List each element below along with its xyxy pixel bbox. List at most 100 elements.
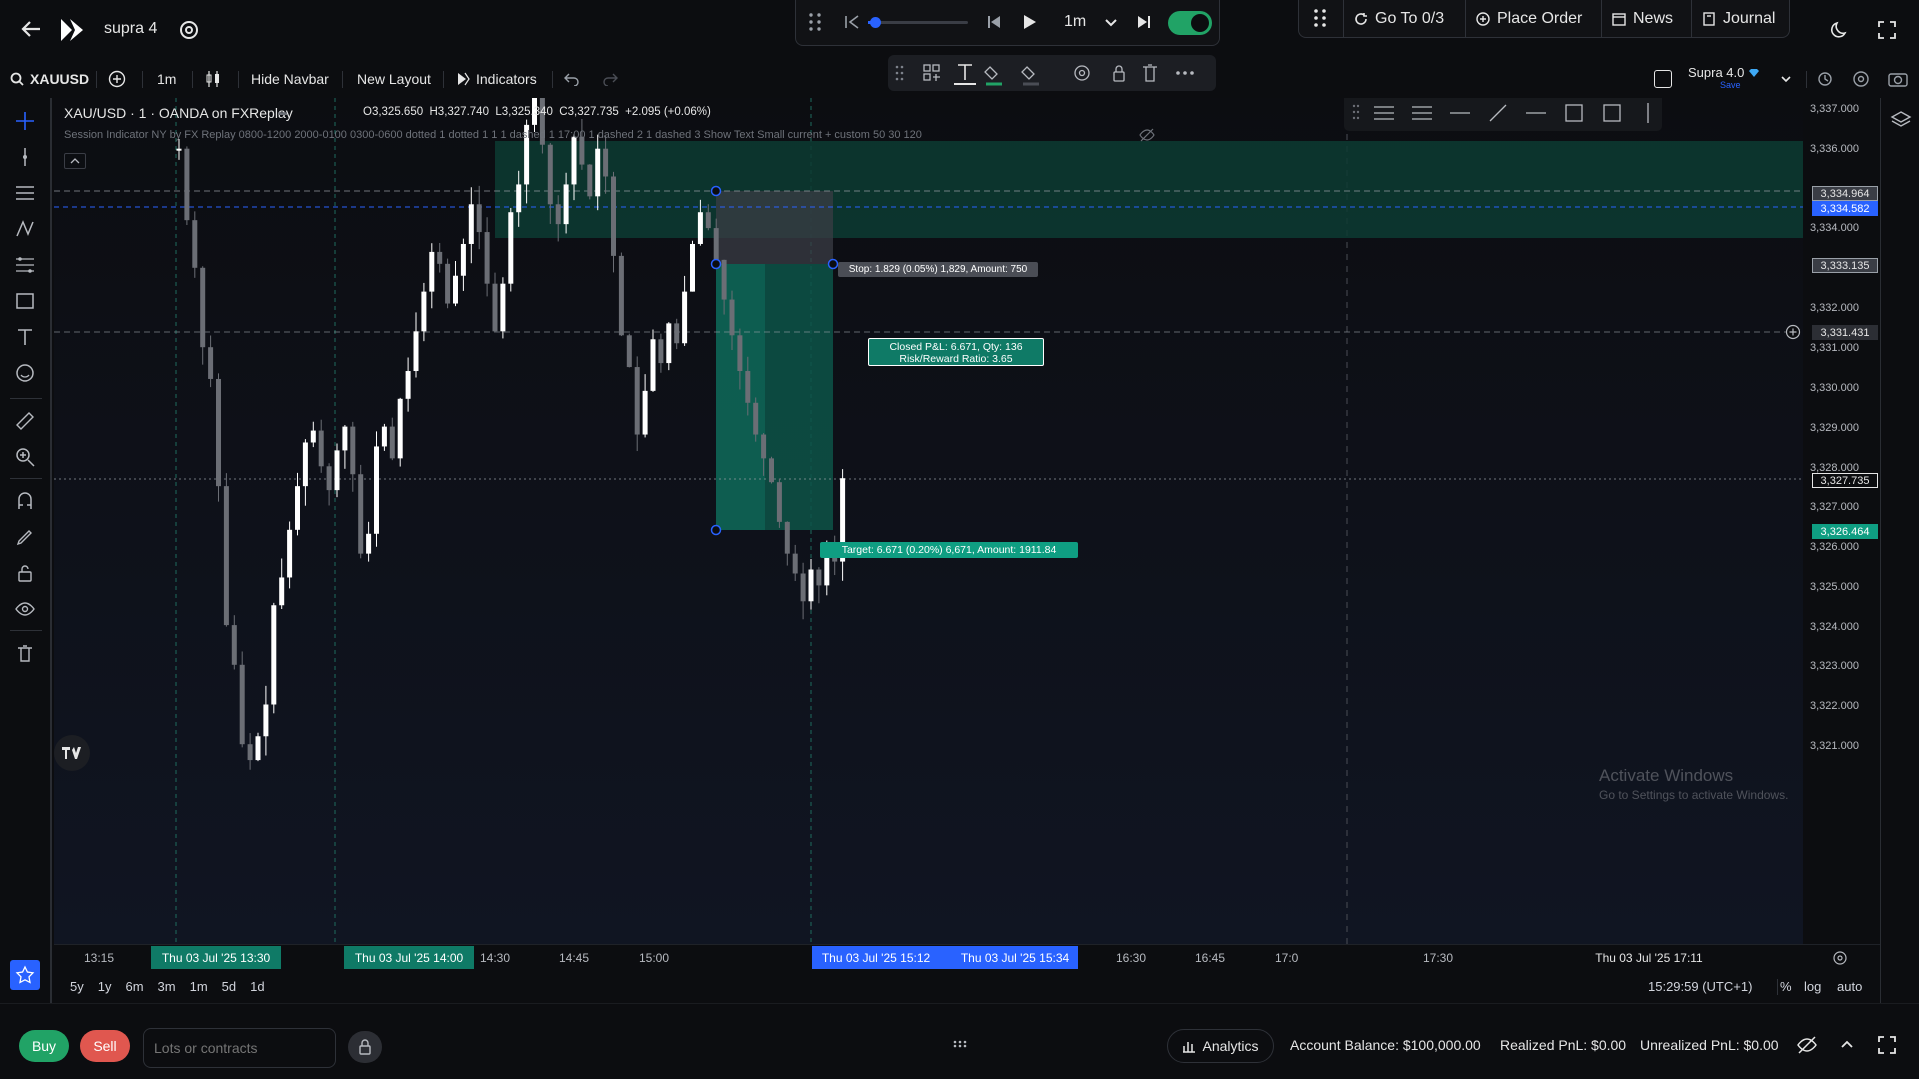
analytics-button[interactable]: Analytics (1167, 1029, 1274, 1063)
pattern-icon[interactable] (10, 214, 40, 244)
drag-handle-icon[interactable] (895, 65, 904, 81)
layout-name[interactable]: supra 4 (104, 20, 157, 38)
strategy-checkbox[interactable] (1654, 62, 1672, 96)
trash-icon[interactable] (10, 638, 40, 668)
lock-all-icon[interactable] (10, 558, 40, 588)
favorites-star-icon[interactable] (10, 960, 40, 990)
horizontal-lines-icon[interactable] (10, 178, 40, 208)
line-color-icon[interactable] (1021, 66, 1039, 86)
strategy-name[interactable]: Supra 4.0 (1688, 65, 1760, 80)
clock[interactable]: 15:29:59 (UTC+1) (1648, 979, 1752, 994)
entry-handle[interactable] (710, 258, 722, 270)
chart-settings-gear-icon[interactable] (1852, 62, 1870, 96)
fav-tool-4-icon[interactable] (1489, 104, 1507, 122)
collapse-legend-icon[interactable] (64, 153, 86, 169)
expand-up-chevron-icon[interactable] (1840, 1039, 1854, 1049)
indicators-button[interactable]: Indicators (456, 62, 537, 96)
target-handle[interactable] (710, 524, 722, 536)
fav-tool-7-icon[interactable] (1603, 104, 1621, 122)
rectangle-tool-icon[interactable] (10, 286, 40, 316)
time-axis-settings-icon[interactable] (1832, 950, 1848, 966)
play-icon[interactable] (1020, 13, 1038, 31)
dark-mode-moon-icon[interactable] (1830, 20, 1850, 40)
bottom-fullscreen-icon[interactable] (1878, 1036, 1896, 1054)
apps-grid-icon[interactable] (1313, 8, 1327, 28)
autoplay-toggle[interactable] (1168, 11, 1212, 35)
text-style-icon[interactable] (954, 64, 976, 85)
trend-line-icon[interactable] (10, 142, 40, 172)
fav-tool-2-icon[interactable] (1412, 106, 1432, 120)
crosshair-icon[interactable] (10, 106, 40, 136)
undo-icon[interactable] (564, 62, 580, 96)
stay-in-drawing-icon[interactable] (10, 522, 40, 552)
range-6m[interactable]: 6m (125, 979, 143, 994)
buy-button[interactable]: Buy (19, 1030, 69, 1062)
fullscreen-icon[interactable] (1878, 21, 1896, 39)
price-axis[interactable]: 3,337.000 3,336.000 3,334.000 3,332.000 3,33… (1785, 98, 1880, 944)
chart-title[interactable]: XAU/USD · 1 · OANDA on FXReplay (64, 105, 293, 121)
back-arrow-icon[interactable] (20, 18, 42, 40)
ruler-icon[interactable] (10, 406, 40, 436)
session-box[interactable] (495, 141, 1803, 238)
interval-button[interactable]: 1m (157, 62, 176, 96)
delete-drawing-icon[interactable] (1143, 64, 1157, 82)
range-3m[interactable]: 3m (158, 979, 176, 994)
drag-handle-icon[interactable] (808, 12, 822, 32)
journal-button[interactable]: Journal (1691, 0, 1790, 37)
jump-to-start-icon[interactable] (844, 14, 860, 30)
sell-button[interactable]: Sell (80, 1030, 130, 1062)
auto-scale-toggle[interactable]: auto (1837, 979, 1862, 994)
fav-tool-6-icon[interactable] (1565, 104, 1583, 122)
time-axis[interactable]: 13:1513:4514:1514:3014:4515:0015:4516:00… (54, 944, 1880, 970)
lots-input[interactable] (143, 1028, 336, 1068)
step-back-icon[interactable] (986, 14, 1002, 30)
order-lock-icon[interactable] (348, 1031, 382, 1063)
symbol-search[interactable]: XAUUSD (10, 62, 89, 96)
log-scale-toggle[interactable]: log (1804, 979, 1821, 994)
range-1y[interactable]: 1y (98, 979, 112, 994)
strategy-chevron-icon[interactable] (1780, 62, 1792, 96)
fav-tool-1-icon[interactable] (1374, 106, 1394, 120)
range-5d[interactable]: 5d (222, 979, 236, 994)
fill-color-icon[interactable] (984, 66, 1002, 86)
add-symbol-icon[interactable] (108, 62, 126, 96)
hide-indicator-eye-icon[interactable] (1139, 128, 1155, 142)
news-button[interactable]: News (1601, 0, 1691, 37)
text-tool-icon[interactable] (10, 322, 40, 352)
more-options-icon[interactable] (1176, 71, 1194, 75)
hide-balance-eye-icon[interactable] (1796, 1036, 1818, 1054)
new-layout-button[interactable]: New Layout (357, 62, 431, 96)
lock-drawing-icon[interactable] (1113, 65, 1125, 82)
hide-navbar-button[interactable]: Hide Navbar (251, 62, 329, 96)
width-handle[interactable] (827, 258, 839, 270)
range-1d[interactable]: 1d (250, 979, 264, 994)
stop-handle[interactable] (710, 185, 722, 197)
settings-gear-icon[interactable] (178, 19, 200, 41)
percent-scale-toggle[interactable]: % (1780, 979, 1792, 994)
camera-icon[interactable] (1888, 62, 1908, 96)
alert-icon[interactable] (1816, 62, 1834, 96)
tradingview-logo-icon[interactable] (54, 735, 90, 771)
template-icon[interactable] (923, 64, 940, 81)
layers-icon[interactable] (1890, 110, 1912, 130)
step-forward-icon[interactable] (1136, 14, 1152, 30)
goto-button[interactable]: Go To 0/3 (1343, 0, 1465, 37)
strategy-save-link[interactable]: Save (1720, 80, 1741, 90)
indicator-legend[interactable]: Session Indicator NY by FX Replay 0800-1… (64, 129, 922, 141)
replay-speed[interactable]: 1m (1064, 13, 1086, 31)
magnet-icon[interactable] (10, 486, 40, 516)
hide-drawings-eye-icon[interactable] (10, 594, 40, 624)
range-5y[interactable]: 5y (70, 979, 84, 994)
expand-panel-grip-icon[interactable] (953, 1040, 967, 1048)
candle-type-icon[interactable] (204, 62, 222, 96)
add-alert-plus-icon[interactable] (1785, 324, 1801, 340)
replay-progress-slider[interactable] (868, 17, 968, 28)
visibility-settings-icon[interactable] (1074, 65, 1090, 81)
range-1m[interactable]: 1m (190, 979, 208, 994)
fib-tools-icon[interactable] (10, 250, 40, 280)
zoom-in-icon[interactable] (10, 442, 40, 472)
redo-icon[interactable] (602, 62, 618, 96)
emoji-icon[interactable] (10, 358, 40, 388)
stop-loss-zone[interactable] (716, 191, 833, 264)
price-chart[interactable]: XAU/USD · 1 · OANDA on FXReplay ▬ O3,325… (54, 98, 1803, 944)
